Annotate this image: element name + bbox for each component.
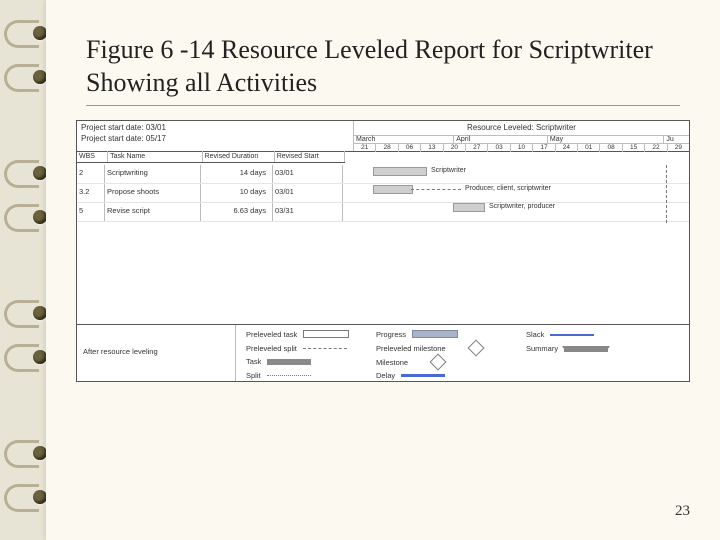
gantt-bar-label: Scriptwriter — [431, 167, 466, 174]
page-number: 23 — [675, 503, 690, 520]
report-container: Project start date: 03/01 Project start … — [76, 120, 690, 382]
legend-swatch-milestone — [430, 354, 447, 371]
legend-swatch-task — [267, 359, 311, 365]
legend: After resource leveling Preleveled task … — [77, 324, 689, 381]
legend-label: Preleveled task — [246, 330, 297, 339]
col-header-task: Task Name — [108, 151, 203, 162]
legend-swatch-preleveled-split — [303, 348, 347, 349]
project-start-date: Project start date: 03/01 — [81, 123, 349, 134]
legend-swatch-progress — [412, 330, 458, 338]
legend-label: Task — [246, 357, 261, 366]
legend-swatch-summary — [564, 346, 608, 352]
gantt-bar — [453, 203, 485, 212]
gantt-chart: Scriptwriter Producer, client, scriptwri… — [345, 165, 689, 223]
col-header-start: Revised Start — [275, 151, 345, 162]
legend-swatch-preleveled-task — [303, 330, 349, 338]
legend-swatch-split — [267, 375, 311, 376]
legend-label: Preleveled milestone — [376, 344, 446, 353]
legend-label: Delay — [376, 371, 395, 380]
col-header-wbs: WBS — [77, 151, 108, 162]
gantt-bar — [373, 167, 427, 176]
col-header-duration: Revised Duration — [203, 151, 275, 162]
legend-label: Milestone — [376, 358, 408, 367]
project-end-date: Project start date: 05/17 — [81, 134, 349, 145]
day-header-row: 21 28 06 13 20 27 03 10 17 24 01 08 15 2… — [354, 143, 689, 152]
legend-swatch-delay — [401, 374, 445, 377]
gantt-split-line — [411, 189, 461, 190]
legend-label: Split — [246, 371, 261, 380]
gantt-bar-label: Producer, client, scriptwriter — [465, 185, 551, 192]
gantt-bar — [373, 185, 413, 194]
report-resource-title: Resource Leveled: Scriptwriter — [354, 121, 689, 132]
legend-label: Progress — [376, 330, 406, 339]
legend-label: Preleveled split — [246, 344, 297, 353]
figure-title: Figure 6 -14 Resource Leveled Report for… — [86, 34, 680, 106]
legend-label: Summary — [526, 344, 558, 353]
legend-swatch-slack — [550, 334, 594, 336]
legend-swatch-preleveled-milestone — [467, 340, 484, 357]
gantt-bar-label: Scriptwriter, producer — [489, 203, 555, 210]
legend-label: Slack — [526, 330, 544, 339]
legend-note: After resource leveling — [77, 325, 236, 381]
